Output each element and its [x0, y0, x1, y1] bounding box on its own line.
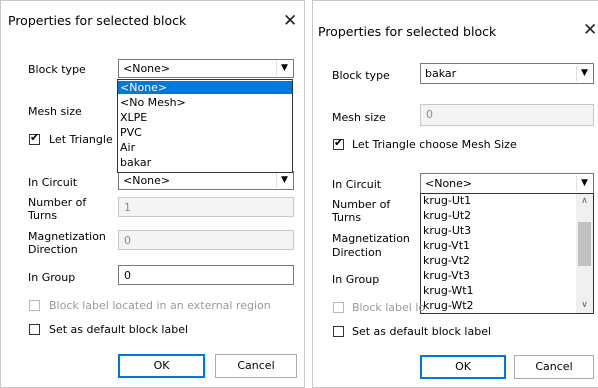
let-triangle-label: Let Triangle choose Mesh Size	[352, 138, 517, 151]
number-of-turns-label-line2: Turns	[28, 209, 58, 222]
in-circuit-dropdown-list: krug-Ut1 krug-Ut2 krug-Ut3 krug-Vt1 krug…	[420, 193, 594, 314]
circuit-option[interactable]: krug-Vt3	[423, 269, 470, 282]
circuit-option[interactable]: krug-Ut3	[423, 224, 471, 237]
in-circuit-label: In Circuit	[332, 178, 382, 191]
external-region-checkbox	[333, 302, 344, 313]
number-of-turns-field: 1	[118, 197, 294, 217]
dropdown-option[interactable]: XLPE	[118, 111, 292, 124]
check-icon: ✔	[30, 131, 40, 144]
in-group-label: In Group	[28, 271, 76, 284]
dialog-title: Properties for selected block	[318, 24, 497, 39]
magnetization-label-line2: Direction	[332, 246, 382, 259]
in-group-value: 0	[124, 269, 131, 282]
mesh-size-value: 0	[426, 108, 433, 121]
chevron-down-icon[interactable]: ▼	[576, 176, 592, 191]
block-type-label: Block type	[28, 63, 86, 76]
circuit-option[interactable]: krug-Ut2	[423, 209, 471, 222]
block-type-dropdown-list: <None> <No Mesh> XLPE PVC Air bakar	[117, 79, 293, 173]
block-type-combo[interactable]: bakar ▼	[420, 63, 594, 84]
block-type-value: bakar	[425, 67, 457, 80]
ok-button[interactable]: OK	[420, 355, 506, 379]
cancel-button[interactable]: Cancel	[215, 354, 297, 378]
circuit-option[interactable]: krug-Wt1	[423, 284, 474, 297]
ok-button[interactable]: OK	[118, 354, 205, 378]
default-block-label: Set as default block label	[352, 325, 492, 338]
number-of-turns-label-line1: Number of	[332, 198, 391, 211]
external-region-label: Block label located in an external regio…	[49, 299, 271, 312]
in-circuit-combo[interactable]: <None> ▼	[420, 173, 594, 194]
let-triangle-checkbox[interactable]: ✔	[333, 136, 344, 150]
scrollbar[interactable]: ∧ ∨	[576, 194, 593, 313]
cancel-button[interactable]: Cancel	[514, 355, 594, 379]
chevron-down-icon[interactable]: ▼	[576, 66, 592, 81]
magnetization-label-line1: Magnetization	[332, 232, 410, 245]
check-icon: ✔	[334, 136, 344, 149]
in-circuit-label: In Circuit	[28, 176, 78, 189]
number-of-turns-value: 1	[124, 201, 131, 214]
circuit-option[interactable]: krug-Vt1	[423, 239, 470, 252]
close-icon[interactable]: ✕	[583, 22, 597, 39]
default-block-checkbox[interactable]	[29, 324, 40, 335]
dropdown-option[interactable]: Air	[118, 141, 292, 154]
default-block-label: Set as default block label	[49, 323, 189, 336]
scrollbar-thumb[interactable]	[578, 222, 591, 266]
chevron-down-icon[interactable]: ▼	[276, 61, 292, 76]
magnetization-field: 0	[118, 230, 294, 250]
in-circuit-combo[interactable]: <None> ▼	[118, 171, 294, 190]
dropdown-option[interactable]: PVC	[118, 126, 292, 139]
let-triangle-label: Let Triangle	[49, 133, 113, 146]
circuit-option[interactable]: krug-Wt2	[423, 299, 474, 312]
number-of-turns-label-line1: Number of	[28, 196, 87, 209]
mesh-size-field: 0	[420, 104, 594, 126]
dropdown-option[interactable]: <None>	[118, 81, 292, 94]
left-properties-dialog: Properties for selected block ✕ Block ty…	[0, 0, 305, 388]
external-region-label: Block label lo	[352, 301, 426, 314]
let-triangle-checkbox[interactable]: ✔	[29, 131, 40, 145]
block-type-value: <None>	[123, 62, 171, 75]
circuit-option[interactable]: krug-Vt2	[423, 254, 470, 267]
scroll-down-icon[interactable]: ∨	[576, 298, 593, 313]
circuit-option[interactable]: krug-Ut1	[423, 194, 471, 207]
mesh-size-label: Mesh size	[332, 111, 386, 124]
block-type-combo[interactable]: <None> ▼	[118, 59, 294, 78]
in-circuit-value: <None>	[425, 177, 473, 190]
default-block-checkbox[interactable]	[333, 326, 344, 337]
chevron-down-icon[interactable]: ▼	[276, 173, 292, 188]
number-of-turns-label-line2: Turns	[332, 211, 362, 224]
in-group-input[interactable]: 0	[118, 265, 294, 285]
scroll-up-icon[interactable]: ∧	[576, 194, 593, 209]
block-type-label: Block type	[332, 69, 390, 82]
magnetization-value: 0	[124, 234, 131, 247]
in-circuit-value: <None>	[123, 174, 171, 187]
dropdown-option[interactable]: <No Mesh>	[118, 96, 292, 109]
magnetization-label-line2: Direction	[28, 243, 78, 256]
mesh-size-label: Mesh size	[28, 105, 82, 118]
external-region-checkbox	[29, 300, 40, 311]
close-icon[interactable]: ✕	[283, 13, 297, 30]
in-group-label: In Group	[332, 273, 380, 286]
dropdown-option[interactable]: bakar	[118, 156, 292, 169]
magnetization-label-line1: Magnetization	[28, 230, 106, 243]
dialog-title: Properties for selected block	[8, 13, 187, 28]
